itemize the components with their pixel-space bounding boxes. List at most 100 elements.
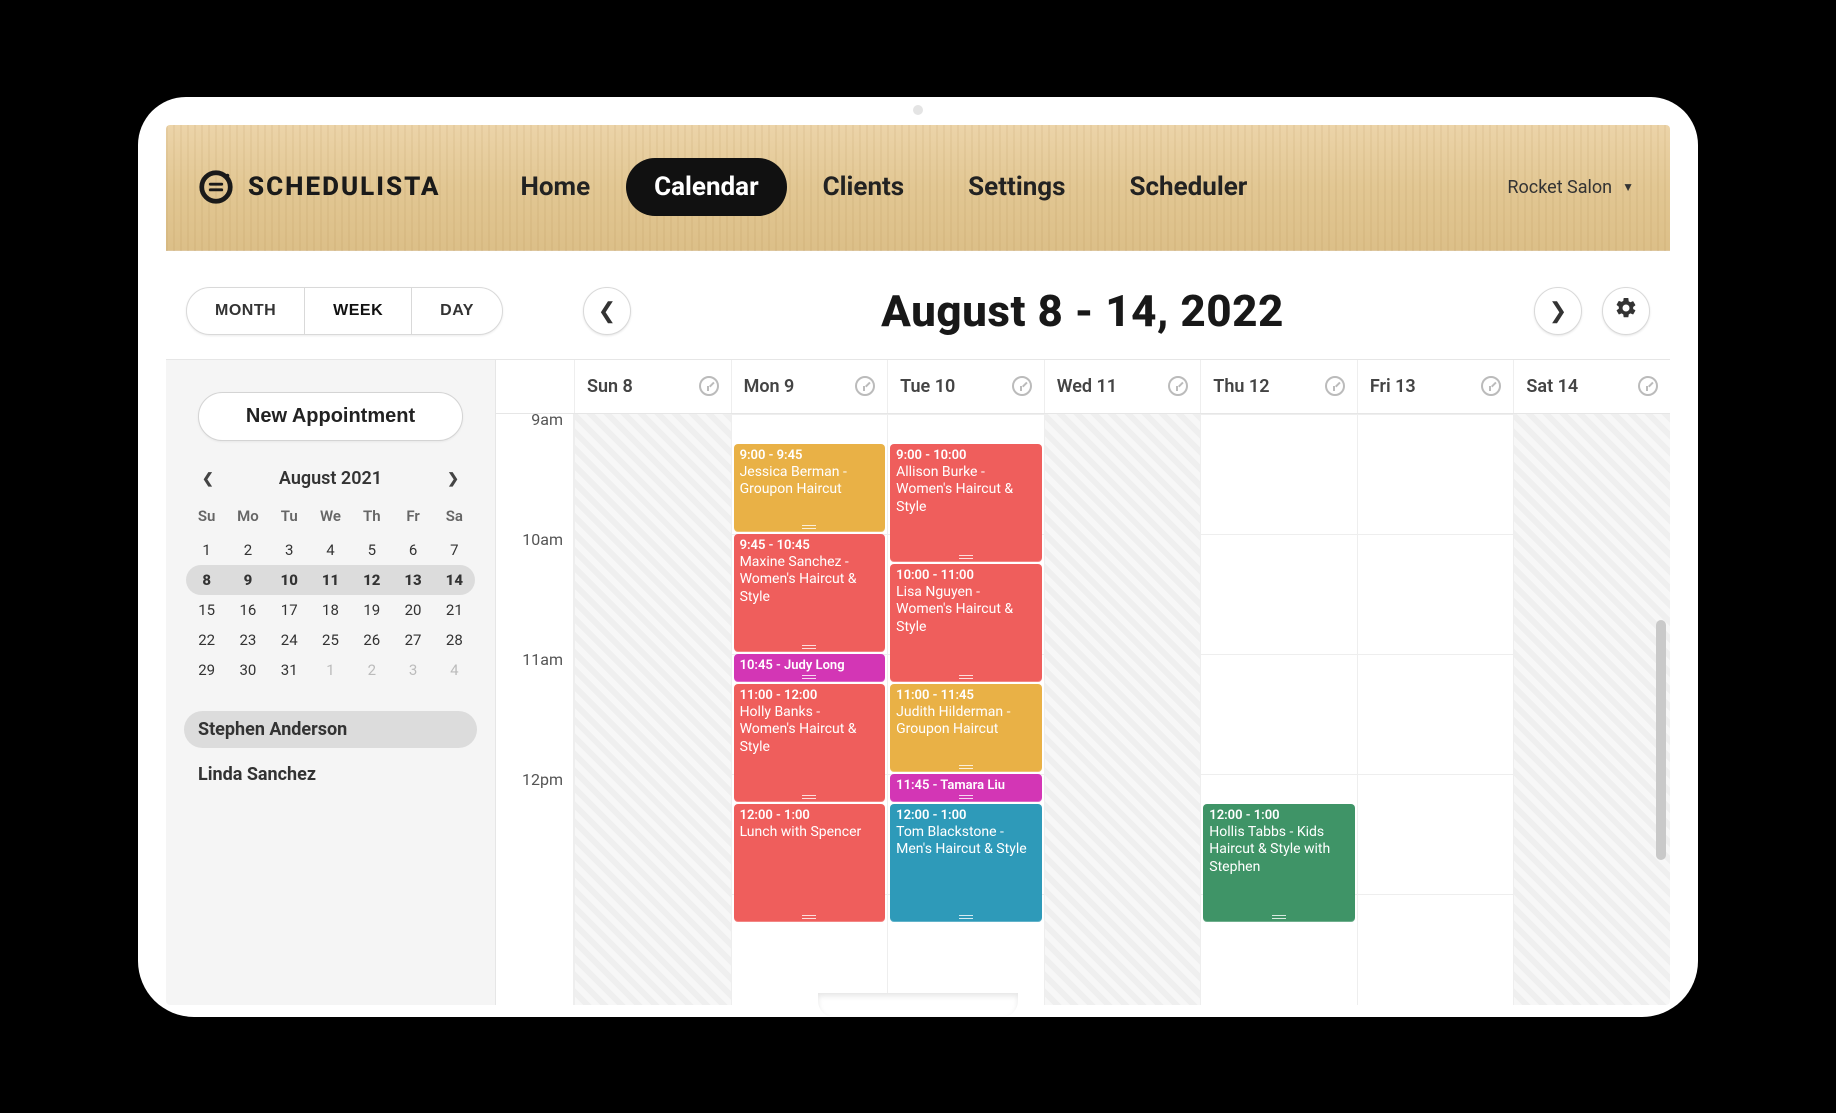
day-column[interactable]: 12:00 - 1:00Hollis Tabbs - Kids Haircut … — [1200, 414, 1357, 1005]
day-column[interactable]: 9:00 - 10:00Allison Burke - Women's Hair… — [887, 414, 1044, 1005]
calendar-event[interactable]: 10:00 - 11:00Lisa Nguyen - Women's Hairc… — [890, 564, 1042, 682]
minical-day[interactable]: 21 — [434, 595, 475, 625]
minical-day[interactable]: 5 — [351, 535, 392, 565]
minical-day[interactable]: 20 — [392, 595, 433, 625]
minical-day[interactable]: 15 — [186, 595, 227, 625]
day-column[interactable] — [574, 414, 731, 1005]
nav-home[interactable]: Home — [493, 158, 619, 216]
minical-day[interactable]: 23 — [227, 625, 268, 655]
new-appointment-button[interactable]: New Appointment — [198, 392, 463, 441]
calendar-event[interactable]: 9:00 - 9:45Jessica Berman - Groupon Hair… — [734, 444, 886, 532]
resize-handle-icon[interactable] — [802, 525, 816, 530]
calendar-event[interactable]: 12:00 - 1:00Tom Blackstone - Men's Hairc… — [890, 804, 1042, 922]
minical-day[interactable]: 2 — [351, 655, 392, 685]
minical-day[interactable]: 16 — [227, 595, 268, 625]
next-week-button[interactable]: ❯ — [1534, 287, 1582, 335]
minical-prev-button[interactable]: ❮ — [194, 467, 222, 491]
nav-clients[interactable]: Clients — [795, 158, 933, 216]
minical-day[interactable]: 28 — [434, 625, 475, 655]
minical-day[interactable]: 19 — [351, 595, 392, 625]
minical-day[interactable]: 6 — [392, 535, 433, 565]
brand-name: SCHEDULISTA — [248, 172, 441, 202]
clock-icon[interactable] — [855, 376, 875, 396]
account-menu[interactable]: Rocket Salon ▼ — [1507, 177, 1634, 198]
calendar-event[interactable]: 12:00 - 1:00Lunch with Spencer — [734, 804, 886, 922]
staff-item[interactable]: Stephen Anderson — [184, 711, 477, 748]
view-week-button[interactable]: WEEK — [304, 288, 411, 334]
resize-handle-icon[interactable] — [802, 915, 816, 920]
minical-day[interactable]: 4 — [434, 655, 475, 685]
resize-handle-icon[interactable] — [959, 675, 973, 680]
day-header[interactable]: Tue 10 — [887, 360, 1044, 413]
view-month-button[interactable]: MONTH — [187, 288, 304, 334]
minical-day[interactable]: 4 — [310, 535, 351, 565]
resize-handle-icon[interactable] — [959, 555, 973, 560]
minical-day[interactable]: 26 — [351, 625, 392, 655]
resize-handle-icon[interactable] — [802, 795, 816, 800]
calendar-event[interactable]: 11:45 - Tamara Liu — [890, 774, 1042, 802]
clock-icon[interactable] — [1638, 376, 1658, 396]
minical-day[interactable]: 2 — [227, 535, 268, 565]
minical-day[interactable]: 12 — [351, 565, 392, 595]
minical-day[interactable]: 3 — [269, 535, 310, 565]
minical-day[interactable]: 27 — [392, 625, 433, 655]
brand[interactable]: SCHEDULISTA — [196, 167, 441, 207]
minical-day[interactable]: 30 — [227, 655, 268, 685]
clock-icon[interactable] — [1325, 376, 1345, 396]
clock-icon[interactable] — [1168, 376, 1188, 396]
day-header[interactable]: Mon 9 — [731, 360, 888, 413]
minical-day[interactable]: 17 — [269, 595, 310, 625]
calendar-settings-button[interactable] — [1602, 287, 1650, 335]
day-header[interactable]: Wed 11 — [1044, 360, 1201, 413]
clock-icon[interactable] — [1012, 376, 1032, 396]
clock-icon[interactable] — [699, 376, 719, 396]
view-day-button[interactable]: DAY — [411, 288, 502, 334]
day-column[interactable] — [1044, 414, 1201, 1005]
staff-item[interactable]: Linda Sanchez — [184, 756, 477, 793]
prev-week-button[interactable]: ❮ — [583, 287, 631, 335]
calendar-event[interactable]: 11:00 - 11:45Judith Hilderman - Groupon … — [890, 684, 1042, 772]
minical-day[interactable]: 3 — [392, 655, 433, 685]
minical-day[interactable]: 31 — [269, 655, 310, 685]
minical-day[interactable]: 8 — [186, 565, 227, 595]
minical-day[interactable]: 11 — [310, 565, 351, 595]
nav-scheduler[interactable]: Scheduler — [1101, 158, 1275, 216]
calendar-event[interactable]: 10:45 - Judy Long — [734, 654, 886, 682]
clock-icon[interactable] — [1481, 376, 1501, 396]
day-column[interactable] — [1357, 414, 1514, 1005]
calendar-event[interactable]: 9:00 - 10:00Allison Burke - Women's Hair… — [890, 444, 1042, 562]
day-header[interactable]: Sat 14 — [1513, 360, 1670, 413]
day-header[interactable]: Fri 13 — [1357, 360, 1514, 413]
event-title: Tom Blackstone - Men's Haircut & Style — [896, 824, 1036, 859]
day-column[interactable]: 9:00 - 9:45Jessica Berman - Groupon Hair… — [731, 414, 888, 1005]
scrollbar-thumb[interactable] — [1656, 620, 1666, 860]
resize-handle-icon[interactable] — [959, 765, 973, 770]
minical-day[interactable]: 14 — [434, 565, 475, 595]
minical-day[interactable]: 24 — [269, 625, 310, 655]
minical-day[interactable]: 29 — [186, 655, 227, 685]
resize-handle-icon[interactable] — [802, 645, 816, 650]
minical-day[interactable]: 1 — [310, 655, 351, 685]
minical-day[interactable]: 10 — [269, 565, 310, 595]
day-header[interactable]: Sun 8 — [574, 360, 731, 413]
resize-handle-icon[interactable] — [1272, 915, 1286, 920]
minical-day[interactable]: 18 — [310, 595, 351, 625]
minical-day[interactable]: 25 — [310, 625, 351, 655]
day-column[interactable] — [1513, 414, 1670, 1005]
day-header[interactable]: Thu 12 — [1200, 360, 1357, 413]
minical-day[interactable]: 13 — [392, 565, 433, 595]
nav-settings[interactable]: Settings — [940, 158, 1093, 216]
minical-day[interactable]: 7 — [434, 535, 475, 565]
event-title: Holly Banks - Women's Haircut & Style — [740, 704, 880, 757]
calendar-event[interactable]: 9:45 - 10:45Maxine Sanchez - Women's Hai… — [734, 534, 886, 652]
minical-next-button[interactable]: ❯ — [439, 467, 467, 491]
minical-day[interactable]: 1 — [186, 535, 227, 565]
resize-handle-icon[interactable] — [959, 915, 973, 920]
resize-handle-icon[interactable] — [802, 675, 816, 680]
calendar-event[interactable]: 11:00 - 12:00Holly Banks - Women's Hairc… — [734, 684, 886, 802]
nav-calendar[interactable]: Calendar — [626, 158, 787, 216]
minical-day[interactable]: 22 — [186, 625, 227, 655]
minical-day[interactable]: 9 — [227, 565, 268, 595]
calendar-event[interactable]: 12:00 - 1:00Hollis Tabbs - Kids Haircut … — [1203, 804, 1355, 922]
resize-handle-icon[interactable] — [959, 795, 973, 800]
